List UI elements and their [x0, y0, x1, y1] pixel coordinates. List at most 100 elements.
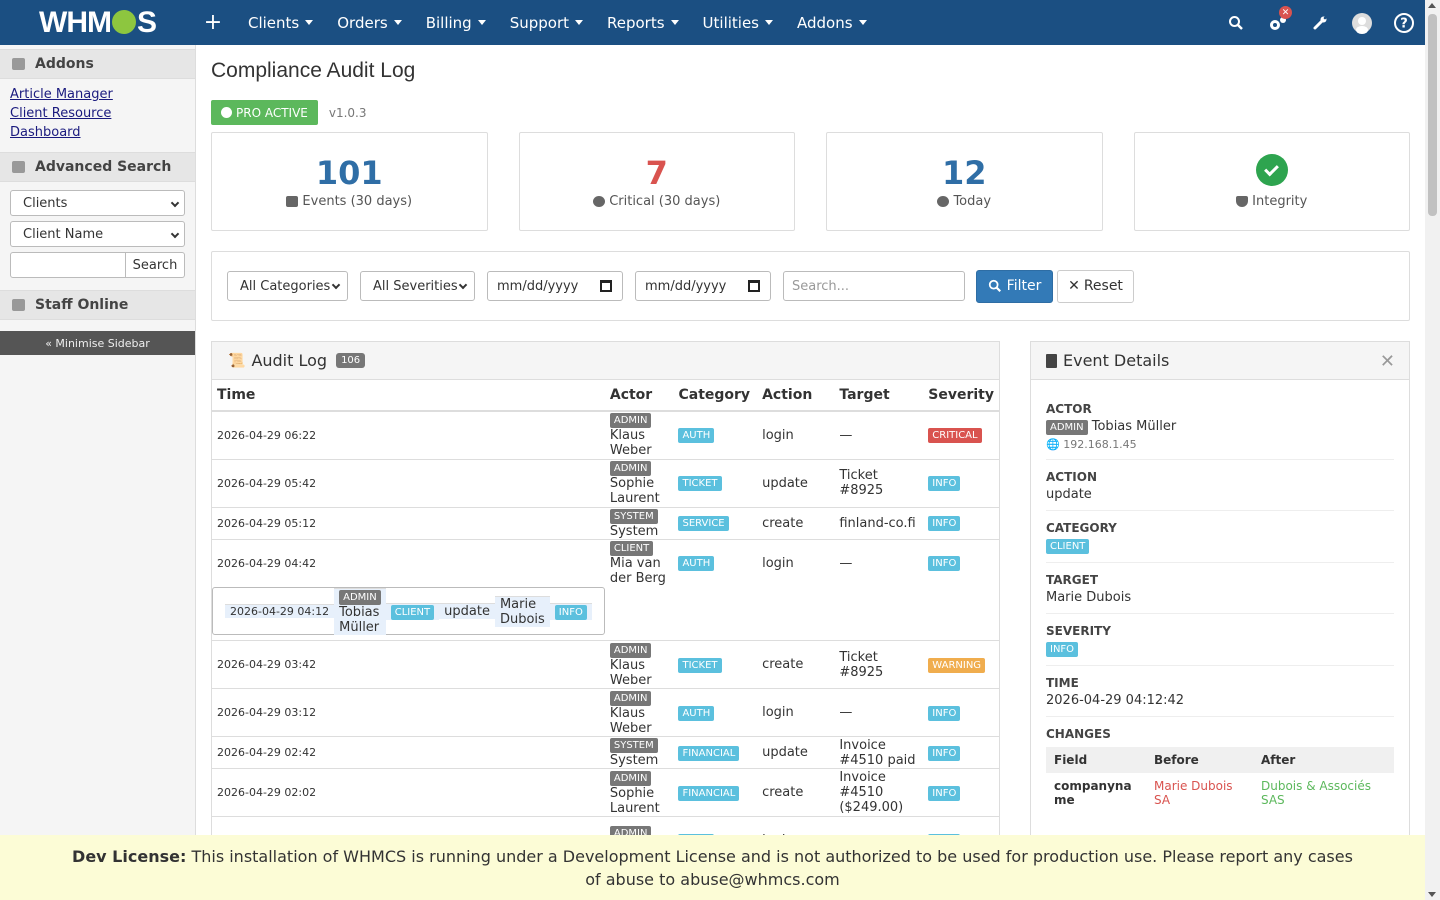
severity-badge: CRITICAL: [928, 428, 982, 444]
chevron-down-icon: [170, 229, 180, 239]
severity-select[interactable]: All Severities: [360, 271, 475, 301]
menu-label: Utilities: [702, 13, 760, 32]
row-category: SERVICE: [673, 506, 758, 539]
menu-orders[interactable]: Orders: [325, 0, 413, 45]
row-time: 2026-04-29 03:12: [212, 688, 605, 737]
sidebar-search-input[interactable]: [10, 252, 126, 278]
alert-badge-icon: ✕: [1279, 6, 1292, 19]
close-icon[interactable]: ✕: [1380, 351, 1395, 372]
row-actor: ADMIN Klaus Weber: [604, 410, 674, 459]
help-icon[interactable]: ?: [1383, 0, 1425, 45]
addons-header: Addons: [0, 49, 195, 79]
col-severity[interactable]: Severity: [923, 380, 999, 412]
col-actor[interactable]: Actor: [604, 380, 674, 412]
menu-reports[interactable]: Reports: [595, 0, 691, 45]
row-severity: INFO: [923, 506, 999, 539]
row-time: 2026-04-29 05:12: [212, 506, 605, 539]
chevron-down-icon: [331, 280, 341, 290]
category-badge: CLIENT: [1046, 539, 1090, 554]
scroll-down-icon[interactable]: [1428, 892, 1436, 897]
role-badge: ADMIN: [609, 413, 652, 429]
main-content: Compliance Audit Log PRO ACTIVE v1.0.3 1…: [211, 45, 1410, 861]
dev-license-banner: Dev License: This installation of WHMCS …: [0, 835, 1425, 900]
menu-utilities[interactable]: Utilities: [691, 0, 785, 45]
menu-support[interactable]: Support: [498, 0, 595, 45]
wrench-icon[interactable]: [1299, 0, 1341, 45]
users-icon: [12, 299, 25, 311]
filter-search-input[interactable]: Search...: [783, 271, 965, 301]
staff-online-title: Staff Online: [35, 297, 129, 313]
gears-icon[interactable]: ✕: [1257, 0, 1299, 45]
stat-label-text: Integrity: [1252, 194, 1308, 209]
role-badge: ADMIN: [609, 642, 652, 658]
table-row[interactable]: 2026-04-29 04:42 CLIENT Mia van der Berg A…: [212, 538, 999, 587]
severity-badge: INFO: [928, 705, 961, 721]
search-icon[interactable]: [1215, 0, 1257, 45]
col-action[interactable]: Action: [757, 380, 835, 412]
scrollbar-thumb[interactable]: [1428, 14, 1437, 216]
dev-license-label: Dev License:: [72, 846, 187, 866]
calendar-icon[interactable]: [748, 280, 760, 292]
menu-billing[interactable]: Billing: [414, 0, 498, 45]
binoculars-icon: [12, 161, 25, 173]
page-scrollbar[interactable]: [1425, 0, 1440, 900]
article-manager-link[interactable]: Article Manager: [10, 85, 185, 104]
scroll-up-icon[interactable]: [1428, 3, 1436, 8]
table-row[interactable]: 2026-04-29 02:02 ADMIN Sophie Laurent FINA…: [212, 768, 999, 817]
date-from-input[interactable]: mm/dd/yyyy: [487, 271, 623, 301]
table-row[interactable]: 2026-04-29 04:12 ADMIN Tobias Müller CLIEN…: [212, 587, 605, 635]
col-target[interactable]: Target: [834, 380, 924, 412]
addon-links: Article Manager Client Resource Dashboar…: [0, 79, 195, 148]
row-action: login: [757, 688, 835, 737]
table-row[interactable]: 2026-04-29 05:42 ADMIN Sophie Laurent TICK…: [212, 458, 999, 507]
table-row[interactable]: 2026-04-29 03:42 ADMIN Klaus Weber TICKET c…: [212, 640, 999, 689]
row-action: create: [757, 506, 835, 539]
severity-badge: INFO: [1046, 642, 1079, 657]
row-action: create: [757, 768, 835, 817]
minimise-sidebar-button[interactable]: « Minimise Sidebar: [0, 331, 195, 355]
sidebar-search-button[interactable]: Search: [126, 252, 185, 278]
scroll-icon: 📜: [228, 352, 246, 369]
category-badge: AUTH: [678, 556, 715, 572]
file-icon: [1046, 353, 1057, 368]
user-avatar-icon[interactable]: [1341, 0, 1383, 45]
action-value: update: [1046, 487, 1394, 511]
row-time: 2026-04-29 05:42: [212, 458, 605, 507]
menu-addons[interactable]: Addons: [785, 0, 879, 45]
search-type-select[interactable]: Clients: [10, 190, 185, 216]
target-value: Marie Dubois: [1046, 590, 1394, 614]
row-action: create: [757, 640, 835, 689]
actor-name: System: [609, 753, 659, 768]
table-row[interactable]: 2026-04-29 03:12 ADMIN Klaus Weber AUTH log…: [212, 688, 999, 737]
times-icon: ✕: [1068, 278, 1080, 294]
row-target: —: [834, 688, 924, 737]
table-row[interactable]: 2026-04-29 02:42 SYSTEM System FINANCIAL up…: [212, 736, 999, 769]
sidebar: Addons Article Manager Client Resource D…: [0, 45, 196, 900]
audit-log-panel: 📜 Audit Log 106 Time Actor Category Action…: [211, 341, 1000, 861]
category-select[interactable]: All Categories: [227, 271, 348, 301]
client-resource-dashboard-link[interactable]: Client Resource Dashboard: [10, 104, 185, 142]
whmcs-logo[interactable]: WHM S: [0, 0, 195, 45]
globe-icon: 🌐: [1046, 438, 1060, 451]
col-category[interactable]: Category: [673, 380, 758, 412]
calendar-icon[interactable]: [600, 280, 612, 292]
date-to-input[interactable]: mm/dd/yyyy: [635, 271, 771, 301]
table-row[interactable]: 2026-04-29 05:12 SYSTEM System SERVICE crea…: [212, 506, 999, 539]
search-field-select[interactable]: Client Name: [10, 221, 185, 247]
caret-down-icon: [858, 20, 867, 25]
add-new-button[interactable]: +: [198, 10, 228, 35]
shield-icon: [1236, 196, 1249, 207]
stat-label-text: Today: [953, 194, 992, 209]
select-value: Client Name: [23, 226, 104, 242]
col-time[interactable]: Time: [212, 380, 605, 412]
menu-clients[interactable]: Clients: [236, 0, 325, 45]
row-severity: CRITICAL: [923, 410, 999, 459]
category-label: CATEGORY: [1046, 521, 1117, 535]
filter-button[interactable]: Filter: [976, 269, 1053, 303]
page-title: Compliance Audit Log: [211, 59, 416, 82]
row-actor: ADMIN Tobias Müller: [334, 587, 386, 635]
change-field: companyname: [1054, 779, 1132, 807]
reset-button[interactable]: ✕ Reset: [1057, 269, 1134, 303]
dev-license-text: This installation of WHMCS is running un…: [191, 846, 1353, 889]
table-row[interactable]: 2026-04-29 06:22 ADMIN Klaus Weber AUTH log…: [212, 410, 999, 459]
